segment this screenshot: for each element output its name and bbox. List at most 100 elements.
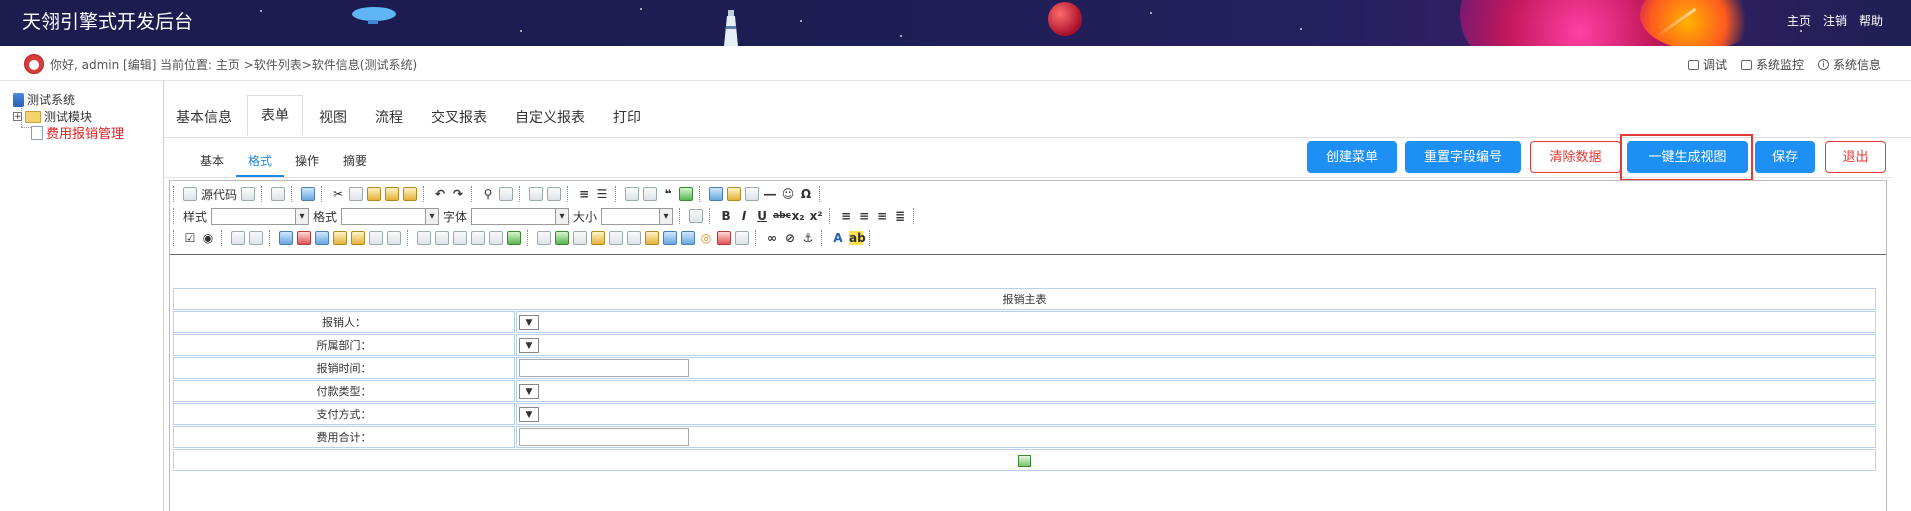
qrcode-icon[interactable] [627,231,641,245]
clear-data-button[interactable]: 清除数据 [1530,141,1621,173]
style-dropdown[interactable] [211,207,310,225]
source-icon[interactable] [183,187,197,201]
field-icon-3[interactable] [351,231,365,245]
logout-link[interactable]: 注销 [1823,12,1847,29]
claimant-select[interactable]: ▼ [519,314,539,330]
justify-icon[interactable]: ≣ [893,209,907,223]
textarea-icon[interactable] [249,231,263,245]
help-link[interactable]: 帮助 [1859,12,1883,29]
table-icon[interactable] [745,187,760,201]
field-icon-10[interactable] [507,231,521,245]
remove-format-icon[interactable] [547,187,562,201]
payment-method-select[interactable]: ▼ [519,406,539,422]
home-link[interactable]: 主页 [1787,12,1811,29]
save-button[interactable]: 保存 [1755,141,1815,173]
text-color-icon[interactable]: A [831,231,845,245]
strike-icon[interactable]: abc [773,211,791,221]
user-greeting[interactable]: 你好, admin [编辑] [50,56,156,73]
bold-icon[interactable]: B [719,209,733,223]
maximize-icon[interactable] [689,209,704,223]
textfield-icon[interactable] [231,231,245,245]
field-icon-15[interactable] [717,231,731,245]
subscript-icon[interactable]: x₂ [791,209,805,223]
claim-time-input[interactable] [519,359,689,377]
paste-word-icon[interactable] [403,187,418,201]
superscript-icon[interactable]: x² [809,209,823,223]
add-subform-icon[interactable] [1018,454,1031,467]
copy-icon[interactable] [349,187,364,201]
total-cost-input[interactable] [519,428,689,446]
subtab-operation[interactable]: 操作 [295,152,319,169]
preview-icon[interactable] [271,187,286,201]
paste-text-icon[interactable] [385,187,400,201]
templates-icon[interactable] [301,187,316,201]
tab-print[interactable]: 打印 [613,107,641,127]
checkbox-field-icon[interactable]: ☑ [183,231,197,245]
font-dropdown[interactable] [471,207,570,225]
debug-link[interactable]: 调试 [1687,56,1727,73]
field-icon-16[interactable] [735,231,749,245]
button-field-icon[interactable] [417,231,431,245]
tree-node-expense[interactable]: 费用报销管理 [31,123,124,142]
system-info-link[interactable]: i 系统信息 [1817,56,1881,73]
tab-form[interactable]: 表单 [247,95,303,136]
image-upload-icon[interactable] [555,231,569,245]
italic-icon[interactable]: I [737,209,751,223]
indent-icon[interactable] [643,187,658,201]
cut-icon[interactable]: ✂ [331,187,345,201]
size-dropdown[interactable] [601,207,674,225]
replace-icon[interactable] [499,187,514,201]
flash-icon[interactable] [727,187,742,201]
tab-custom-report[interactable]: 自定义报表 [515,107,585,127]
word-icon[interactable] [663,231,677,245]
paste-icon[interactable] [367,187,382,201]
outdent-icon[interactable] [625,187,640,201]
payment-type-select[interactable]: ▼ [519,383,539,399]
align-center-icon[interactable]: ≡ [857,209,871,223]
source-button[interactable]: 源代码 [201,186,237,203]
special-char-icon[interactable]: Ω [799,187,813,201]
field-icon-13[interactable] [645,231,659,245]
department-field-icon[interactable] [333,231,347,245]
field-icon-2[interactable] [315,231,329,245]
unlink-icon[interactable]: ⊘ [783,231,797,245]
create-menu-button[interactable]: 创建菜单 [1307,141,1397,173]
underline-icon[interactable]: U [755,209,769,223]
map-icon[interactable] [591,231,605,245]
color-wheel-icon[interactable]: ◎ [699,231,713,245]
subtab-summary[interactable]: 摘要 [343,152,367,169]
link-icon[interactable]: ∞ [765,231,779,245]
horizontal-rule-icon[interactable]: ― [763,187,777,201]
reset-field-number-button[interactable]: 重置字段编号 [1405,141,1521,173]
field-icon-5[interactable] [387,231,401,245]
field-icon-11[interactable] [573,231,587,245]
field-icon-1[interactable] [279,231,293,245]
exit-button[interactable]: 退出 [1825,141,1886,173]
tab-basic-info[interactable]: 基本信息 [176,107,232,127]
anchor-icon[interactable]: ⚓ [801,231,815,245]
radio-field-icon[interactable]: ◉ [201,231,215,245]
field-icon-6[interactable] [435,231,449,245]
field-icon-9[interactable] [489,231,503,245]
find-icon[interactable]: ⚲ [481,187,495,201]
undo-icon[interactable]: ↶ [433,187,447,201]
subtab-basic[interactable]: 基本 [200,152,224,169]
redo-icon[interactable]: ↷ [451,187,465,201]
select-all-icon[interactable] [529,187,544,201]
format-dropdown[interactable] [341,207,440,225]
tab-cross-report[interactable]: 交叉报表 [431,107,487,127]
creatediv-icon[interactable] [679,187,694,201]
field-icon-14[interactable] [681,231,695,245]
tab-view[interactable]: 视图 [319,107,347,127]
system-monitor-link[interactable]: 系统监控 [1740,56,1804,73]
subtab-format[interactable]: 格式 [248,152,272,169]
department-select[interactable]: ▼ [519,337,539,353]
attachment-icon[interactable] [537,231,551,245]
tree-node-system[interactable]: 测试系统 [13,91,75,108]
smiley-icon[interactable]: ☺ [781,187,795,201]
date-field-icon[interactable] [297,231,311,245]
bg-color-icon[interactable]: ab [849,231,866,245]
align-left-icon[interactable]: ≡ [839,209,853,223]
field-icon-4[interactable] [369,231,383,245]
field-icon-12[interactable] [609,231,623,245]
